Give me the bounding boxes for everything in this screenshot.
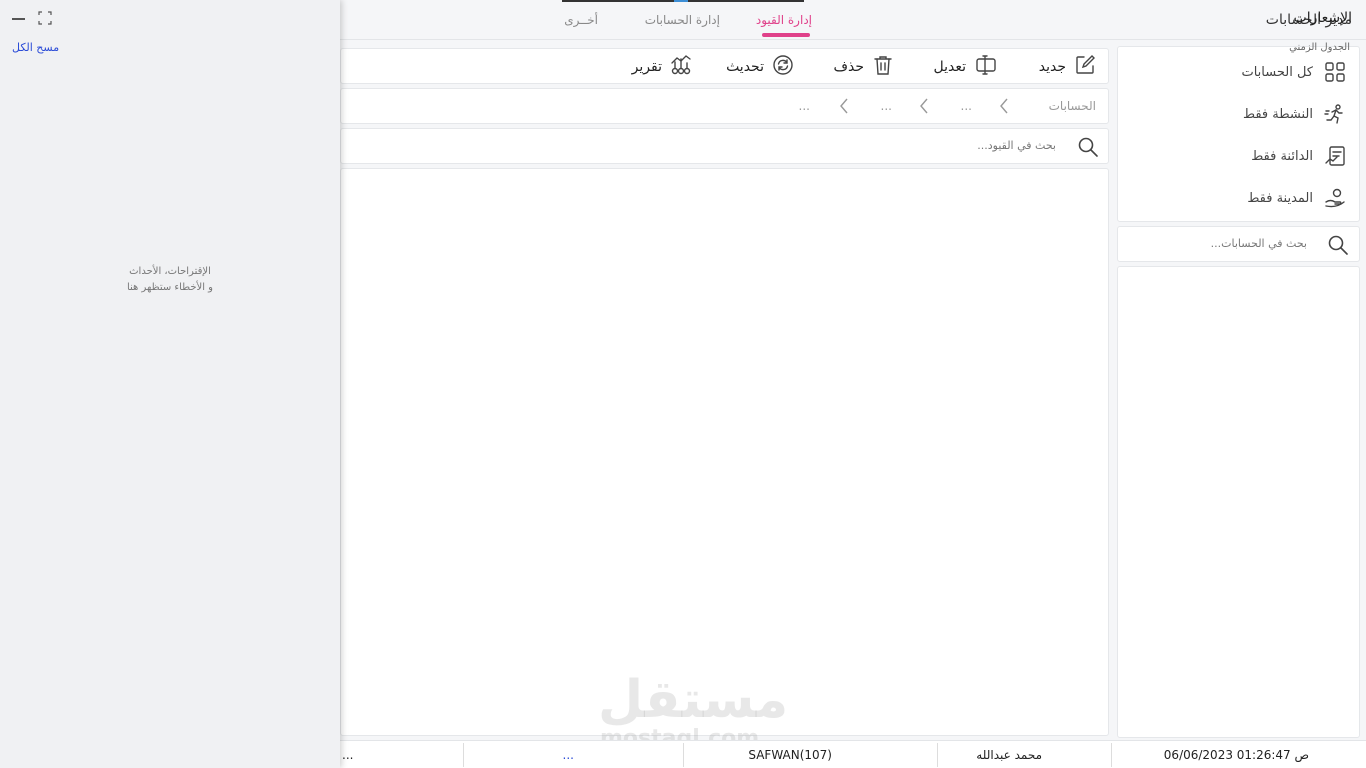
filter-label: المدينة فقط <box>1247 190 1313 206</box>
report-label: تقرير <box>631 59 662 75</box>
filter-active-only[interactable]: النشطة فقط <box>1129 96 1347 132</box>
notifications-title: الإشعارات <box>1293 10 1352 26</box>
search-placeholder: بحث في القيود... <box>977 139 1056 152</box>
credit-icon <box>1323 144 1347 168</box>
status-code: SAFWAN(107) <box>748 748 832 762</box>
report-icon <box>670 54 692 80</box>
new-label: جديد <box>1038 59 1066 75</box>
breadcrumb-item[interactable]: ... <box>799 99 810 113</box>
empty-state-line: و الأخطاء ستظهر هنا <box>126 282 214 293</box>
status-user: محمد عبدالله <box>976 748 1042 762</box>
edit-icon <box>974 54 998 80</box>
active-tab-underline <box>762 33 810 37</box>
status-divider <box>937 743 938 767</box>
filter-label: الدائنة فقط <box>1251 148 1313 164</box>
chevron-left-icon <box>998 97 1012 119</box>
status-bar: 06/06/2023 01:26:47 ص محمد عبدالله SAFWA… <box>340 740 1366 768</box>
filter-all-accounts[interactable]: كل الحسابات <box>1129 54 1347 90</box>
edit-button[interactable]: تعديل <box>934 55 999 79</box>
refresh-icon <box>772 54 794 80</box>
search-placeholder: بحث في الحسابات... <box>1210 237 1307 250</box>
refresh-button[interactable]: تحديث <box>726 55 794 79</box>
entries-toolbar: جديد تعديل حذف تحديث تقرير <box>340 48 1109 84</box>
edit-label: تعديل <box>933 59 967 75</box>
status-link[interactable]: ... <box>563 748 574 762</box>
status-datetime: 06/06/2023 01:26:47 ص <box>1163 748 1309 762</box>
tab-entries-management[interactable]: إدارة القيود <box>756 13 812 27</box>
status-extra: ... <box>342 748 354 762</box>
entries-content-area[interactable] <box>340 168 1109 736</box>
expand-icon[interactable] <box>38 11 52 29</box>
tab-other[interactable]: أخــرى <box>564 13 598 27</box>
running-person-icon <box>1323 102 1347 126</box>
entries-search-input[interactable]: بحث في القيود... <box>340 128 1109 164</box>
filter-label: النشطة فقط <box>1243 106 1313 122</box>
breadcrumb-item[interactable]: ... <box>961 99 972 113</box>
filter-credit-only[interactable]: الدائنة فقط <box>1129 138 1347 174</box>
trash-icon <box>872 54 894 80</box>
filter-label: كل الحسابات <box>1241 64 1313 80</box>
accounts-search-input[interactable]: بحث في الحسابات... <box>1117 226 1360 262</box>
search-icon <box>1077 136 1099 162</box>
clear-all-button[interactable]: مسح الكل <box>12 41 59 54</box>
notifications-empty-state: الإقتراحات، الأحداث و الأخطاء ستظهر هنا <box>60 264 280 296</box>
account-filters-panel: كل الحسابات النشطة فقط الدائنة فقط المدي… <box>1117 46 1360 222</box>
timeline-label[interactable]: الجدول الزمني <box>1289 42 1350 53</box>
notifications-panel <box>0 0 340 768</box>
breadcrumb-root[interactable]: الحسابات <box>1049 99 1096 113</box>
chevron-left-icon <box>918 97 932 119</box>
filter-debit-only[interactable]: المدينة فقط <box>1129 180 1347 216</box>
refresh-label: تحديث <box>726 59 764 75</box>
minimize-icon[interactable] <box>12 18 25 20</box>
watermark-logo-arabic: مستقل <box>598 670 789 730</box>
delete-label: حذف <box>833 59 864 75</box>
new-icon <box>1074 54 1096 80</box>
breadcrumb-item[interactable]: ... <box>881 99 892 113</box>
tab-strip-marker <box>674 0 688 2</box>
status-divider <box>683 743 684 767</box>
hand-coins-icon <box>1323 186 1347 210</box>
breadcrumb: الحسابات ... ... ... <box>340 88 1109 124</box>
empty-state-line: الإقتراحات، الأحداث <box>129 266 211 277</box>
status-divider <box>1111 743 1112 767</box>
delete-button[interactable]: حذف <box>833 55 894 79</box>
search-icon <box>1327 234 1349 260</box>
tab-accounts-management[interactable]: إدارة الحسابات <box>645 13 720 27</box>
grid-icon <box>1323 60 1347 84</box>
new-button[interactable]: جديد <box>1039 55 1096 79</box>
chevron-left-icon <box>838 97 852 119</box>
status-divider <box>463 743 464 767</box>
accounts-tree-panel[interactable] <box>1117 266 1360 738</box>
report-button[interactable]: تقرير <box>632 55 692 79</box>
